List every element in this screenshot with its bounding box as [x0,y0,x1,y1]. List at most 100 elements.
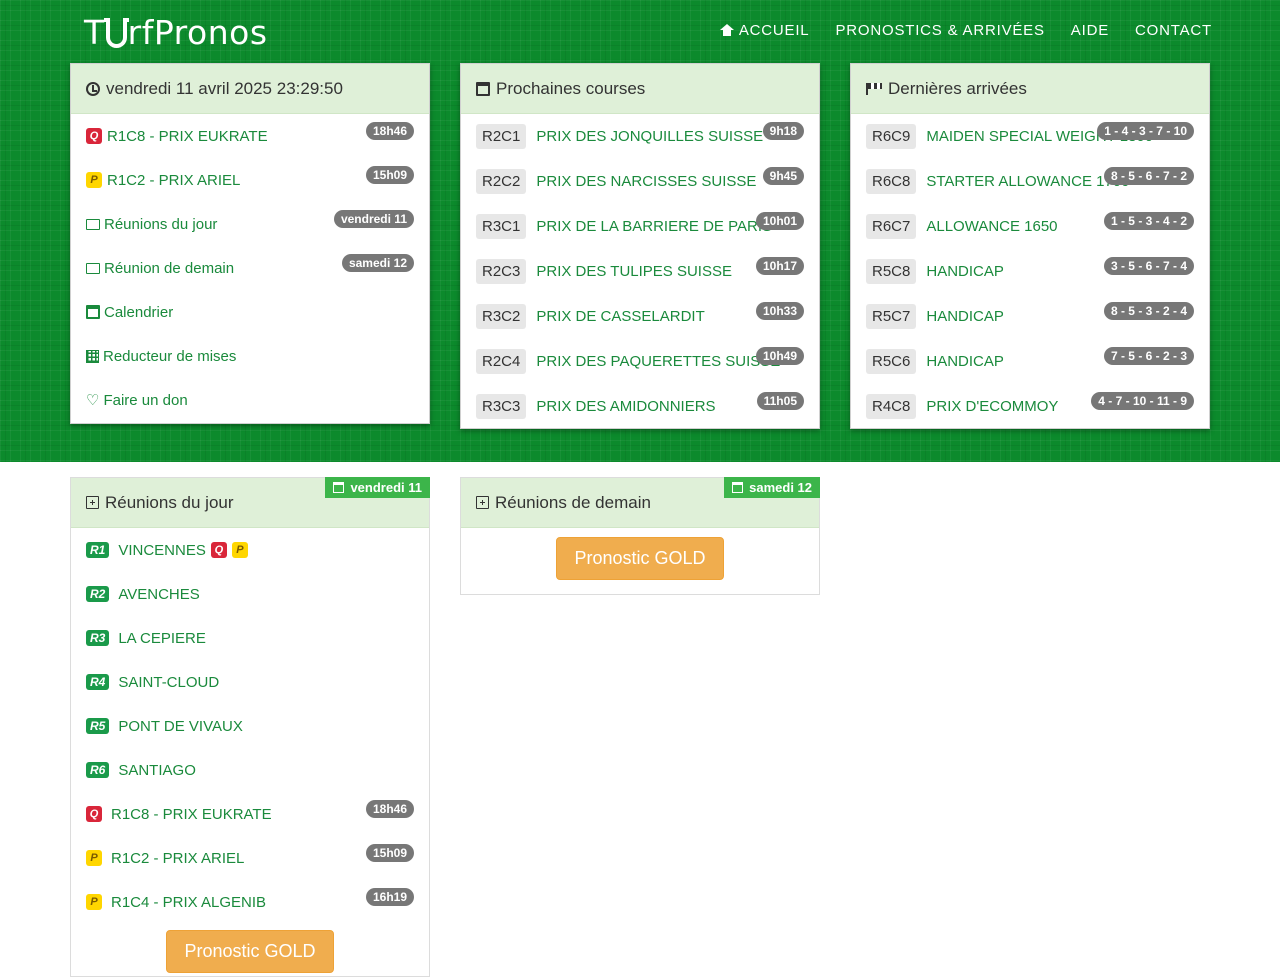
race-link[interactable]: HANDICAP [926,263,1004,280]
date-badge: samedi 12 [341,254,414,272]
pronostic-gold-button[interactable]: Pronostic GOLD [556,537,724,580]
folder-icon [86,218,100,230]
featured-race-row[interactable]: Q R1C8 - PRIX EUKRATE 18h46 [86,792,414,836]
heart-icon: ♡ [86,392,100,409]
donate-link[interactable]: ♡ Faire un don [86,378,414,422]
quinte-badge-icon: Q [86,128,102,144]
nav-accueil[interactable]: ACCUEIL [707,20,823,40]
menu-link[interactable]: Réunions du jour [104,216,217,233]
calendar-link[interactable]: Calendrier [86,290,414,334]
next-race-row[interactable]: R3C3 PRIX DES AMIDONNIERS 11h05 [476,384,804,429]
next-race-row[interactable]: R3C1 PRIX DE LA BARRIERE DE PARIS 10h01 [476,204,804,249]
time-badge: 18h46 [365,122,414,140]
time-badge: 10h01 [755,212,804,230]
panel-title: Réunions de demain [495,492,651,512]
meeting-link[interactable]: SAINT-CLOUD [118,674,219,691]
nav-label: AIDE [1070,21,1110,39]
panel-header: Prochaines courses [461,64,819,114]
result-row[interactable]: R6C7 ALLOWANCE 1650 1 - 5 - 3 - 4 - 2 [866,204,1194,249]
race-code: R5C6 [866,349,917,374]
home-icon [719,24,734,36]
nav-label: PRONOSTICS & ARRIVÉES [835,21,1045,39]
meeting-link[interactable]: LA CEPIERE [118,630,206,647]
quick-race-link[interactable]: P R1C2 - PRIX ARIEL 15h09 [86,158,414,202]
current-datetime: vendredi 11 avril 2025 23:29:50 [106,78,343,98]
race-link[interactable]: ALLOWANCE 1650 [926,218,1057,235]
nav-contact[interactable]: CONTACT [1122,20,1212,40]
pronostic-gold-button[interactable]: Pronostic GOLD [166,930,334,973]
menu-link[interactable]: Faire un don [103,392,187,409]
result-row[interactable]: R5C6 HANDICAP 7 - 5 - 6 - 2 - 3 [866,339,1194,384]
race-link[interactable]: HANDICAP [926,308,1004,325]
meeting-tag: R2 [86,586,110,602]
result-row[interactable]: R5C7 HANDICAP 8 - 5 - 3 - 2 - 4 [866,294,1194,339]
race-code: R6C8 [866,169,917,194]
race-code: R6C7 [866,214,917,239]
expand-icon[interactable] [86,496,99,509]
meeting-link[interactable]: PONT DE VIVAUX [118,718,242,735]
race-link[interactable]: R1C4 - PRIX ALGENIB [111,894,266,911]
calendar-icon [86,305,100,319]
next-race-row[interactable]: R2C2 PRIX DES NARCISSES SUISSE 9h45 [476,159,804,204]
quick-race-link[interactable]: Q R1C8 - PRIX EUKRATE 18h46 [86,114,414,158]
result-row[interactable]: R4C8 PRIX D'ECOMMOY 4 - 7 - 10 - 11 - 9 [866,384,1194,429]
race-link[interactable]: R1C8 - PRIX EUKRATE [107,128,268,145]
today-meetings-panel: Réunions du jour vendredi 11 R1 VINCENNES… [70,477,430,977]
result-row[interactable]: R5C8 HANDICAP 3 - 5 - 6 - 7 - 4 [866,249,1194,294]
race-link[interactable]: PRIX DES TULIPES SUISSE [536,263,732,280]
race-code: R3C3 [476,394,527,419]
meeting-row[interactable]: R4 SAINT-CLOUD [86,660,414,704]
result-badge: 1 - 5 - 3 - 4 - 2 [1103,212,1194,230]
nav-pronostics[interactable]: PRONOSTICS & ARRIVÉES [822,20,1057,40]
result-row[interactable]: R6C8 STARTER ALLOWANCE 1700 8 - 5 - 6 - 7 … [866,159,1194,204]
race-link[interactable]: PRIX DES PAQUERETTES SUISSE [536,353,780,370]
nav-label: CONTACT [1135,21,1212,39]
nav-aide[interactable]: AIDE [1058,20,1122,40]
next-race-row[interactable]: R3C2 PRIX DE CASSELARDIT 10h33 [476,294,804,339]
menu-link[interactable]: Reducteur de mises [103,348,236,365]
meeting-link[interactable]: SANTIAGO [118,762,196,779]
race-link[interactable]: STARTER ALLOWANCE 1700 [926,173,1129,190]
featured-race-row[interactable]: P R1C4 - PRIX ALGENIB 16h19 [86,880,414,924]
tomorrow-meetings-panel: Réunions de demain samedi 12 Pronostic G… [460,477,820,595]
clock-icon [86,81,100,96]
meetings-tomorrow-link[interactable]: Réunion de demain samedi 12 [86,246,414,290]
nav-label: ACCUEIL [738,21,810,39]
expand-icon[interactable] [476,496,489,509]
race-link[interactable]: R1C8 - PRIX EUKRATE [111,806,272,823]
date-badge: vendredi 11 [333,210,414,228]
race-link[interactable]: PRIX DE LA BARRIERE DE PARIS [536,218,772,235]
race-link[interactable]: PRIX DES JONQUILLES SUISSE [536,128,763,145]
time-badge: 15h09 [365,844,414,862]
featured-race-row[interactable]: P R1C2 - PRIX ARIEL 15h09 [86,836,414,880]
result-row[interactable]: R6C9 MAIDEN SPECIAL WEIGHT 1800 1 - 4 - 3 … [866,114,1194,159]
meeting-row[interactable]: R3 LA CEPIERE [86,616,414,660]
site-logo[interactable]: T rfPronos [84,12,268,52]
bet-reducer-link[interactable]: Reducteur de mises [86,334,414,378]
next-race-row[interactable]: R2C1 PRIX DES JONQUILLES SUISSE 9h18 [476,114,804,159]
latest-results-panel: Dernières arrivées R6C9 MAIDEN SPECIAL WE… [850,63,1210,429]
clock-panel: vendredi 11 avril 2025 23:29:50 Q R1C8 -… [70,63,430,424]
meeting-row[interactable]: R6 SANTIAGO [86,748,414,792]
next-race-row[interactable]: R2C4 PRIX DES PAQUERETTES SUISSE 10h49 [476,339,804,384]
meetings-today-link[interactable]: Réunions du jour vendredi 11 [86,202,414,246]
meeting-row[interactable]: R2 AVENCHES [86,572,414,616]
race-link[interactable]: PRIX DES NARCISSES SUISSE [536,173,756,190]
meeting-link[interactable]: VINCENNES [118,542,206,559]
meeting-row[interactable]: R1 VINCENNES Q P [86,528,414,572]
calendar-icon [732,482,744,493]
menu-link[interactable]: Réunion de demain [104,260,234,277]
quinte-badge-icon: Q [210,542,227,558]
race-code: R2C4 [476,349,527,374]
meeting-row[interactable]: R5 PONT DE VIVAUX [86,704,414,748]
next-race-row[interactable]: R2C3 PRIX DES TULIPES SUISSE 10h17 [476,249,804,294]
race-link[interactable]: R1C2 - PRIX ARIEL [111,850,244,867]
race-link[interactable]: PRIX DES AMIDONNIERS [536,398,715,415]
race-link[interactable]: HANDICAP [926,353,1004,370]
menu-link[interactable]: Calendrier [104,304,173,321]
race-link[interactable]: PRIX DE CASSELARDIT [536,308,704,325]
race-link[interactable]: R1C2 - PRIX ARIEL [107,172,240,189]
meeting-tag: R6 [86,762,110,778]
meeting-link[interactable]: AVENCHES [118,586,199,603]
race-link[interactable]: PRIX D'ECOMMOY [926,398,1058,415]
